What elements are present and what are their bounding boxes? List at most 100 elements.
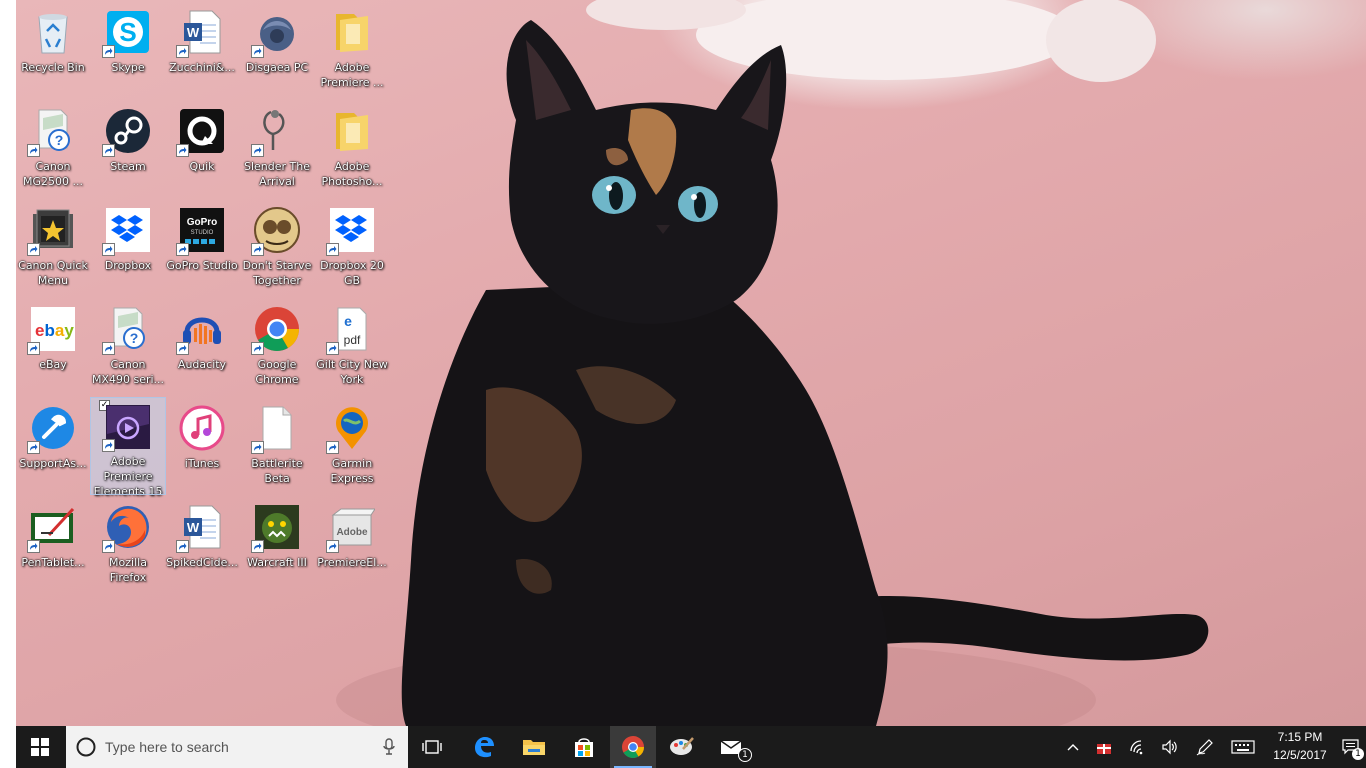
tray-network[interactable]: [1126, 726, 1150, 768]
desktop-icon[interactable]: Dropbox 20 GB: [315, 200, 389, 296]
itunes-icon: [178, 404, 226, 452]
task-view-button[interactable]: [412, 726, 452, 768]
firefox-icon: [102, 503, 152, 553]
taskbar-chrome[interactable]: [610, 726, 656, 768]
taskbar-file-explorer[interactable]: [512, 726, 556, 768]
shortcut-arrow-icon: [326, 441, 339, 454]
desktop-icon[interactable]: Dropbox: [91, 200, 165, 296]
desktop-icon[interactable]: ✓ Adobe Premiere Elements 15: [90, 397, 166, 498]
desktop-icon-label: iTunes: [184, 457, 220, 470]
desktop-icon[interactable]: Adobe Premiere ...: [315, 2, 389, 98]
quik-icon: [176, 107, 226, 157]
shortcut-arrow-icon: [251, 342, 264, 355]
tray-gift-app[interactable]: [1092, 726, 1116, 768]
task-view-icon: [422, 740, 442, 754]
desktop-icon[interactable]: Quik: [165, 101, 239, 197]
canon-quick-menu-icon: [27, 206, 77, 256]
desktop-icon[interactable]: Disgaea PC: [240, 2, 314, 98]
desktop-icon[interactable]: ? Canon MG2500 ...: [16, 101, 90, 197]
desktop-icon[interactable]: Steam: [91, 101, 165, 197]
shortcut-arrow-icon: [251, 45, 264, 58]
svg-text:Adobe: Adobe: [336, 527, 368, 538]
shortcut-arrow-icon: [27, 243, 40, 256]
pentablet-icon: [27, 503, 77, 553]
word-doc-icon: W: [176, 8, 226, 58]
skype-icon: S: [102, 8, 152, 58]
desktop-icon-label: Mozilla Firefox: [109, 556, 147, 584]
shortcut-arrow-icon: [27, 144, 40, 157]
taskbar-store[interactable]: [562, 726, 606, 768]
desktop-icon[interactable]: ebay eBay: [16, 299, 90, 395]
desktop-icon[interactable]: Adobe PremiereEl...: [315, 497, 389, 593]
svg-text:pdf: pdf: [344, 333, 361, 347]
desktop-icon-label: Skype: [111, 61, 145, 74]
taskbar-clock[interactable]: 7:15 PM 12/5/2017: [1264, 728, 1336, 766]
taskbar-edge[interactable]: [462, 726, 506, 768]
desktop-icon[interactable]: e pdf Gilt City New York: [315, 299, 389, 395]
svg-text:W: W: [187, 520, 200, 535]
desktop-icon[interactable]: Google Chrome: [240, 299, 314, 395]
word-doc-icon: W: [176, 503, 226, 553]
microphone-icon[interactable]: [382, 738, 396, 756]
desktop-icon-label: PenTablet...: [21, 556, 85, 569]
desktop-icon[interactable]: W SpikedCide...: [165, 497, 239, 593]
dropbox-icon: [102, 206, 152, 256]
show-hidden-icons-button[interactable]: [1062, 726, 1084, 768]
blank-file-icon: [251, 404, 301, 454]
search-placeholder: Type here to search: [105, 739, 229, 755]
shortcut-arrow-icon: [27, 540, 40, 553]
tray-volume[interactable]: [1158, 726, 1182, 768]
desktop-icon[interactable]: Warcraft III: [240, 497, 314, 593]
shortcut-arrow-icon: [251, 540, 264, 553]
desktop-icon[interactable]: Audacity: [165, 299, 239, 395]
desktop-icon-label: GoPro Studio: [166, 259, 238, 272]
windows-logo-icon: [31, 738, 49, 756]
shortcut-arrow-icon: [102, 144, 115, 157]
notification-count-badge: 1: [1352, 748, 1364, 760]
shortcut-arrow-icon: [176, 342, 189, 355]
slender-icon: [251, 107, 301, 157]
svg-text:STUDIO: STUDIO: [191, 230, 214, 236]
desktop-icon[interactable]: W Zucchini&...: [165, 2, 239, 98]
shortcut-arrow-icon: [176, 45, 189, 58]
desktop-icon[interactable]: PenTablet...: [16, 497, 90, 593]
desktop-icon[interactable]: S Skype: [91, 2, 165, 98]
shortcut-arrow-icon: [176, 243, 189, 256]
desktop-icon-label: Dropbox: [104, 259, 152, 272]
desktop[interactable]: Recycle Bin S Skype W Zucchini&... Disgaea PC…: [16, 0, 1366, 726]
clock-time: 7:15 PM: [1277, 730, 1323, 744]
support-assist-icon: [27, 404, 77, 454]
action-center-button[interactable]: 1: [1338, 726, 1364, 768]
speaker-icon: [1162, 739, 1177, 755]
svg-text:?: ?: [55, 132, 64, 148]
tray-touch-keyboard[interactable]: [1228, 726, 1258, 768]
desktop-icon[interactable]: Garmin Express: [315, 398, 389, 494]
garmin-icon: [326, 404, 376, 454]
svg-text:e: e: [344, 313, 352, 329]
desktop-icon[interactable]: Don't Starve Together: [240, 200, 314, 296]
folder-icon: [328, 8, 376, 56]
desktop-icon[interactable]: Recycle Bin: [16, 2, 90, 98]
desktop-icon[interactable]: SupportAs...: [16, 398, 90, 494]
desktop-icon[interactable]: iTunes: [165, 398, 239, 494]
desktop-icon[interactable]: GoPro STUDIO GoPro Studio: [165, 200, 239, 296]
desktop-icon-label: Canon MX490 seri...: [91, 358, 165, 386]
desktop-icon[interactable]: ? Canon MX490 seri...: [91, 299, 165, 395]
shortcut-arrow-icon: [102, 342, 115, 355]
warcraft-icon: [251, 503, 301, 553]
desktop-icon[interactable]: Battlerite Beta: [240, 398, 314, 494]
audacity-icon: [176, 305, 226, 355]
tray-pen-workspace[interactable]: [1192, 726, 1218, 768]
wifi-icon: [1130, 740, 1143, 755]
desktop-icon[interactable]: Slender The Arrival: [240, 101, 314, 197]
desktop-icon[interactable]: Adobe Photosho...: [315, 101, 389, 197]
folder-icon: [328, 107, 376, 155]
desktop-icon[interactable]: Canon Quick Menu: [16, 200, 90, 296]
desktop-icon[interactable]: Mozilla Firefox: [91, 497, 165, 593]
taskbar-mail[interactable]: 1: [708, 726, 756, 768]
taskbar-search-box[interactable]: Type here to search: [66, 726, 408, 768]
desktop-icon-label: PremiereEl...: [317, 556, 387, 569]
svg-text:W: W: [187, 25, 200, 40]
taskbar-paint[interactable]: [660, 726, 704, 768]
start-button[interactable]: [16, 726, 64, 768]
